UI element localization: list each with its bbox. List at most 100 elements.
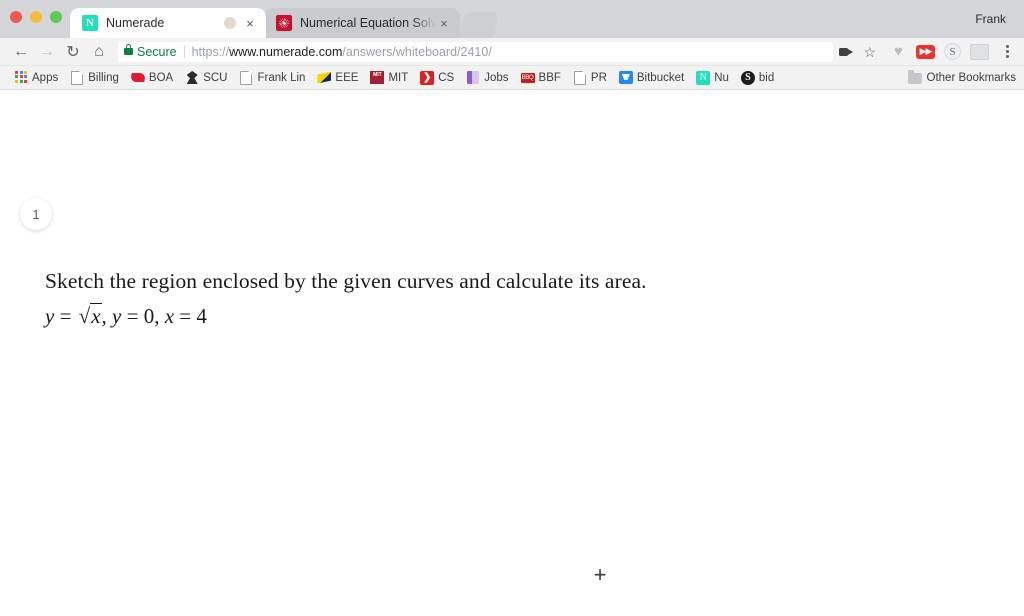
sqrt-icon: √x <box>77 301 102 331</box>
bookmark-label: SCU <box>203 71 228 84</box>
pocket-extension-icon[interactable]: ♥ <box>890 43 907 60</box>
bid-icon-text: S <box>740 70 755 85</box>
page-icon <box>573 70 587 85</box>
bookmark-bitbucket[interactable]: Bitbucket <box>613 68 690 88</box>
close-window-button[interactable] <box>10 11 22 23</box>
tab-numerade[interactable]: N Numerade × <box>70 8 266 38</box>
tab-close-icon[interactable]: × <box>242 15 258 31</box>
chrome-menu-icon[interactable] <box>998 45 1016 58</box>
value-four: 4 <box>196 304 207 328</box>
equation-y1: y <box>45 304 55 328</box>
bookmark-label: bid <box>758 71 775 84</box>
comma-1: , <box>101 304 113 328</box>
tab-wolfram[interactable]: Numerical Equation Solving—W × <box>264 8 460 38</box>
bookmark-cs[interactable]: ❯ CS <box>414 68 460 88</box>
minimize-window-button[interactable] <box>30 11 42 23</box>
equation-x: x <box>164 304 175 328</box>
back-icon[interactable]: ← <box>8 39 34 65</box>
bookmark-label: Apps <box>32 71 59 84</box>
bookmark-label: PR <box>590 71 607 84</box>
extensions-area: ♥ ▶▶ S <box>880 43 1016 60</box>
mit-icon-text: MIT <box>370 71 385 84</box>
page-icon <box>70 70 84 85</box>
slide-number-badge[interactable]: 1 <box>20 198 52 230</box>
secure-lock-icon <box>124 44 133 55</box>
bitbucket-icon <box>618 71 633 85</box>
question-text: Sketch the region enclosed by the given … <box>45 266 905 331</box>
folder-icon <box>907 70 922 85</box>
bookmark-label: EEE <box>335 71 359 84</box>
bookmark-label: Jobs <box>484 71 509 84</box>
other-bookmarks-button[interactable]: Other Bookmarks <box>907 66 1016 90</box>
address-bar[interactable]: Secure https://www.numerade.com/answers/… <box>118 41 834 62</box>
url-host: www.numerade.com <box>229 44 343 59</box>
bookmark-label: CS <box>438 71 455 84</box>
wolfram-favicon <box>276 15 292 31</box>
bookmark-frank-lin[interactable]: Frank Lin <box>233 68 311 88</box>
bookmark-eee[interactable]: EEE <box>311 68 364 88</box>
bookmark-label: Nu <box>714 71 729 84</box>
bookmark-scu[interactable]: SCU <box>179 68 233 88</box>
jobs-icon <box>466 71 480 85</box>
bookmark-billing[interactable]: Billing <box>64 68 125 88</box>
equals-1: = <box>54 304 77 328</box>
profile-name-button[interactable]: Frank <box>967 10 1014 28</box>
equation-y2: y <box>112 304 122 328</box>
bookmark-label: BBF <box>538 71 561 84</box>
other-bookmarks-label: Other Bookmarks <box>926 72 1016 84</box>
window-traffic-lights <box>10 11 62 23</box>
tab-title: Numerade <box>106 16 165 30</box>
scu-icon <box>185 71 199 85</box>
bookmark-label: Bitbucket <box>636 71 685 84</box>
bookmark-jobs[interactable]: Jobs <box>460 68 514 88</box>
bookmarks-bar: Apps Billing BOA SCU Frank Lin EEE MIT M… <box>0 66 1024 90</box>
browser-toolbar: ← → ↻ ⌂ Secure https://www.numerade.com/… <box>0 38 1024 66</box>
bookmark-label: BOA <box>148 71 174 84</box>
equals-3: = <box>174 304 197 328</box>
bookmark-nu[interactable]: N Nu <box>690 68 735 88</box>
comma-2: , <box>154 304 165 328</box>
numerade-icon: N <box>696 70 711 85</box>
omnibox-actions: ☆ <box>839 45 876 59</box>
omnibox-divider <box>183 45 185 58</box>
gray-extension-icon[interactable] <box>970 43 989 60</box>
home-icon[interactable]: ⌂ <box>86 39 112 65</box>
bookmark-pr[interactable]: PR <box>567 68 613 88</box>
url-scheme: https:// <box>191 44 230 59</box>
bookmark-star-icon[interactable]: ☆ <box>863 45 876 59</box>
bookmark-label: Frank Lin <box>257 71 306 84</box>
video-downloader-extension-icon[interactable]: ▶▶ <box>916 44 935 59</box>
forward-icon[interactable]: → <box>34 39 60 65</box>
bookmark-boa[interactable]: BOA <box>125 68 179 88</box>
equals-2: = <box>121 304 144 328</box>
bid-icon: S <box>740 70 755 85</box>
new-tab-button[interactable] <box>459 12 499 38</box>
sqrt-argument: x <box>90 303 102 328</box>
whiteboard-page: 1 Sketch the region enclosed by the give… <box>0 90 1024 616</box>
bookmark-bbf[interactable]: BBQ BBF <box>515 68 567 88</box>
bbf-icon-text: BBQ <box>520 72 535 83</box>
page-icon <box>239 70 253 85</box>
question-prompt: Sketch the region enclosed by the given … <box>45 269 647 293</box>
bookmark-apps[interactable]: Apps <box>8 68 64 88</box>
cs-icon: ❯ <box>420 70 435 85</box>
reload-icon[interactable]: ↻ <box>60 39 86 65</box>
numerade-favicon: N <box>82 15 98 31</box>
crosshair-cursor-icon: + <box>593 562 607 587</box>
sqrt-symbol: √ <box>78 304 91 328</box>
value-zero: 0 <box>143 304 155 328</box>
url-text: https://www.numerade.com/answers/whitebo… <box>192 45 492 59</box>
tab-strip: N Numerade × Numerical Equation Solving—… <box>0 0 1024 38</box>
bookmark-label: Billing <box>88 71 119 84</box>
video-record-icon[interactable] <box>839 47 854 57</box>
url-path: /answers/whiteboard/2410/ <box>342 44 492 59</box>
mit-icon: MIT <box>370 71 385 85</box>
tab-close-icon[interactable]: × <box>436 15 452 31</box>
bookmark-mit[interactable]: MIT MIT <box>364 68 414 88</box>
bookmark-bid[interactable]: S bid <box>735 68 780 88</box>
maximize-window-button[interactable] <box>50 11 62 23</box>
tab-audio-indicator-icon[interactable] <box>224 17 236 29</box>
grammarly-extension-icon[interactable]: S <box>944 43 961 60</box>
bankofamerica-icon <box>130 71 146 85</box>
browser-window: N Numerade × Numerical Equation Solving—… <box>0 0 1024 616</box>
